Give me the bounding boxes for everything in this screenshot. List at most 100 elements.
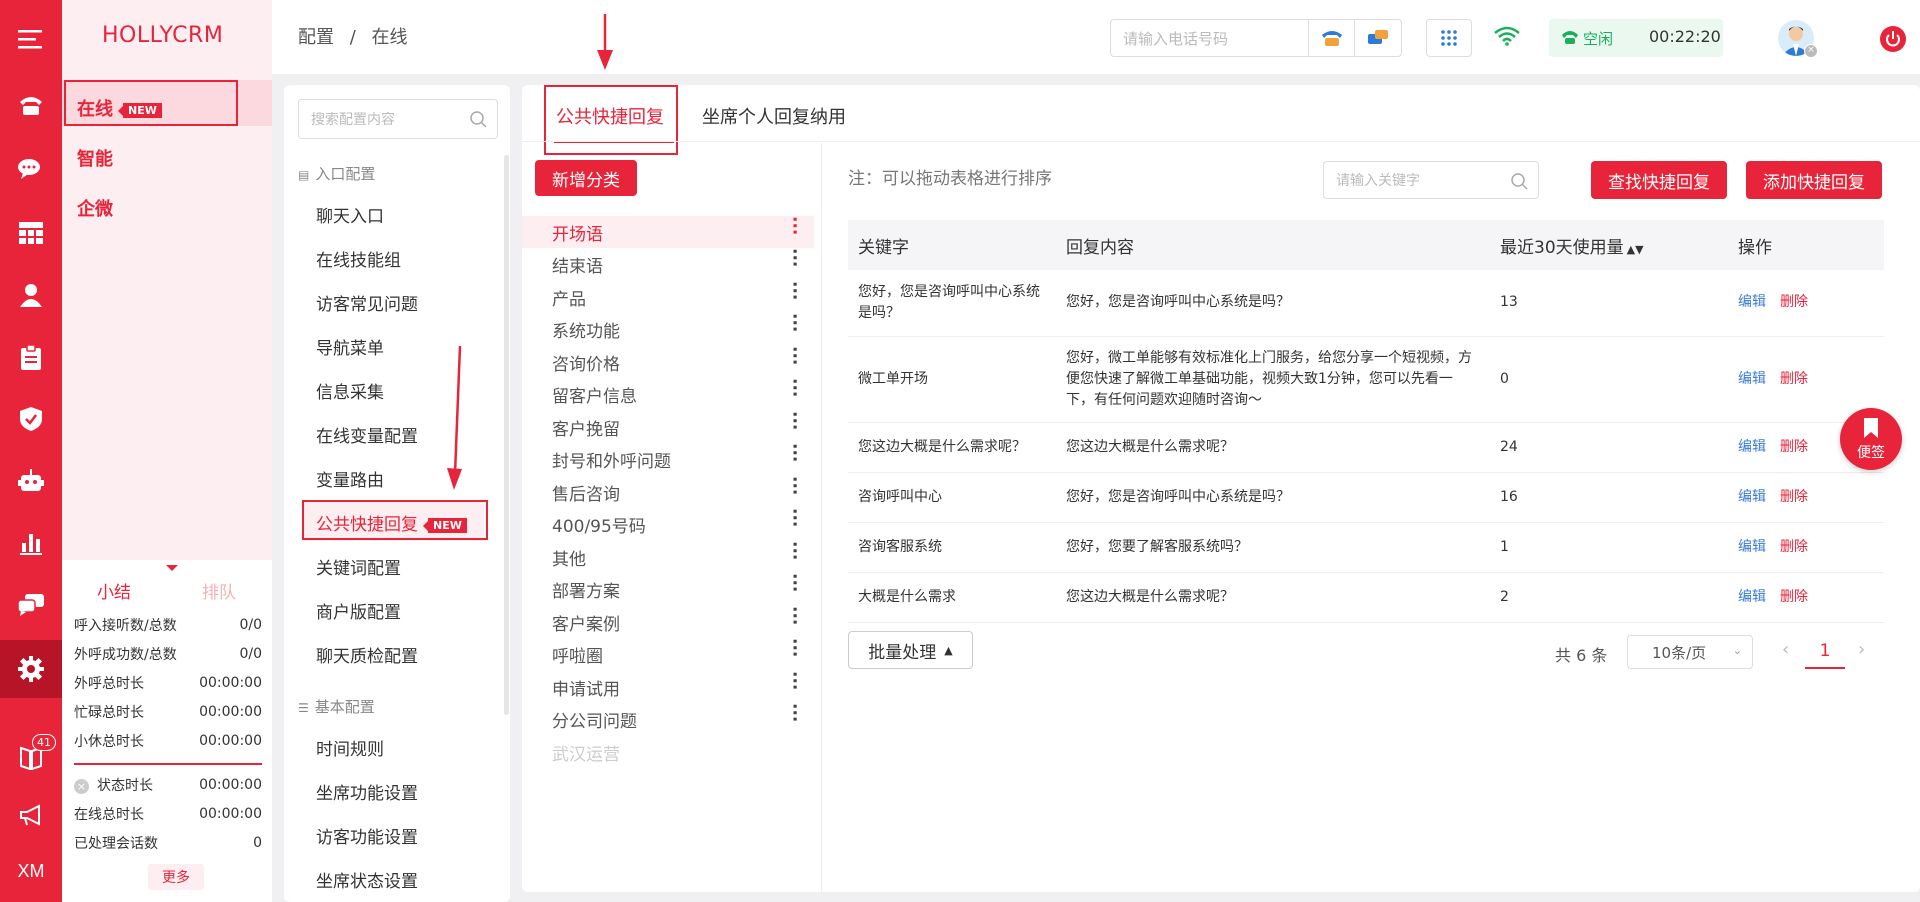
prev-page-icon[interactable]: ‹ [1782, 639, 1789, 660]
power-icon[interactable] [1880, 26, 1906, 52]
dial-phone-icon[interactable] [1309, 20, 1356, 56]
edit-link[interactable]: 编辑 [1738, 539, 1766, 555]
add-reply-button[interactable]: 添加快捷回复 [1746, 161, 1882, 199]
more-vertical-icon[interactable]: ··· [784, 313, 804, 332]
category-item[interactable]: 咨询价格 ··· [552, 346, 822, 378]
breadcrumb-root[interactable]: 配置 [298, 27, 334, 48]
find-reply-button[interactable]: 查找快捷回复 [1591, 161, 1727, 199]
category-item[interactable]: 武汉运营 [552, 736, 822, 768]
more-button[interactable]: 更多 [148, 864, 204, 890]
more-vertical-icon[interactable]: ··· [784, 671, 804, 690]
more-vertical-icon[interactable]: ··· [784, 606, 804, 625]
config-item[interactable]: 信息采集 [316, 378, 384, 403]
page-number[interactable]: 1 [1805, 641, 1845, 669]
menu-icon[interactable] [0, 10, 62, 68]
table-row[interactable]: 咨询客服系统 您好，您要了解客服系统吗？ 1 编辑 删除 [848, 522, 1884, 573]
category-item[interactable]: 400/95号码 ··· [552, 508, 822, 540]
delete-link[interactable]: 删除 [1780, 539, 1808, 555]
gear-icon[interactable] [0, 640, 62, 698]
next-page-icon[interactable]: › [1858, 639, 1865, 660]
delete-link[interactable]: 删除 [1780, 371, 1808, 387]
category-item[interactable]: 结束语 ··· [552, 248, 822, 280]
more-vertical-icon[interactable]: ··· [784, 281, 804, 300]
category-item[interactable]: 其他 ··· [552, 541, 822, 573]
category-item[interactable]: 客户案例 ··· [552, 606, 822, 638]
megaphone-icon[interactable] [0, 786, 62, 844]
config-item[interactable]: 关键词配置 [316, 554, 401, 579]
table-row[interactable]: 大概是什么需求 您这边大概是什么需求呢？ 2 编辑 删除 [848, 572, 1884, 623]
config-search-input[interactable]: 搜索配置内容 [298, 99, 498, 139]
agent-status[interactable]: 空闲 00:22:20 [1549, 19, 1723, 57]
category-item[interactable]: 封号和外呼问题 ··· [552, 443, 822, 475]
edit-link[interactable]: 编辑 [1738, 371, 1766, 387]
dialpad-icon[interactable] [1426, 19, 1472, 57]
more-vertical-icon[interactable]: ··· [784, 508, 804, 527]
config-item[interactable]: 在线变量配置 [316, 422, 418, 447]
robot-icon[interactable] [0, 452, 62, 510]
table-row[interactable]: 您这边大概是什么需求呢？ 您这边大概是什么需求呢？ 24 编辑 删除 [848, 422, 1884, 473]
config-item[interactable]: 在线技能组 [316, 246, 401, 271]
float-note-button[interactable]: 便签 [1840, 408, 1902, 470]
delete-link[interactable]: 删除 [1780, 589, 1808, 605]
col-usage[interactable]: 最近30天使用量 ▲▼ [1490, 220, 1728, 270]
delete-link[interactable]: 删除 [1780, 294, 1808, 310]
chat-icon[interactable] [0, 140, 62, 198]
more-vertical-icon[interactable]: ··· [784, 703, 804, 722]
table-row[interactable]: 咨询呼叫中心 您好，您是咨询呼叫中心系统是吗？ 16 编辑 删除 [848, 472, 1884, 523]
tab-summary[interactable]: 小结 [97, 578, 131, 603]
tab-queue[interactable]: 排队 [202, 578, 236, 603]
user-icon[interactable] [0, 266, 62, 324]
nav-item-smart[interactable]: 智能 [77, 145, 113, 171]
config-item[interactable]: 时间规则 [316, 735, 384, 760]
config-item[interactable]: 变量路由 [316, 466, 384, 491]
category-item[interactable]: 呼啦圈 ··· [552, 638, 822, 670]
edit-link[interactable]: 编辑 [1738, 589, 1766, 605]
more-vertical-icon[interactable]: ··· [784, 573, 804, 592]
scrollbar[interactable] [504, 155, 509, 715]
message-icon[interactable] [0, 576, 62, 634]
edit-link[interactable]: 编辑 [1738, 439, 1766, 455]
nav-item-wecom[interactable]: 企微 [77, 195, 113, 221]
keyword-search-input[interactable]: 请输入关键字 [1323, 161, 1539, 199]
table-row[interactable]: 微工单开场 您好，微工单能够有效标准化上门服务，给您分享一个短视频，方便您快速了… [848, 336, 1884, 423]
more-vertical-icon[interactable]: ··· [784, 443, 804, 462]
config-item[interactable]: 聊天质检配置 [316, 642, 418, 667]
more-vertical-icon[interactable]: ··· [784, 476, 804, 495]
search-icon[interactable] [469, 110, 487, 132]
category-item[interactable]: 产品 ··· [552, 281, 822, 313]
close-circle-icon[interactable]: × [74, 778, 89, 794]
config-item[interactable]: 导航菜单 [316, 334, 384, 359]
category-item[interactable]: 系统功能 ··· [552, 313, 822, 345]
clipboard-icon[interactable] [0, 328, 62, 386]
config-item[interactable]: 商户版配置 [316, 598, 401, 623]
bar-chart-icon[interactable] [0, 514, 62, 572]
message-bubble-icon[interactable] [1355, 20, 1401, 56]
more-vertical-icon[interactable]: ··· [784, 541, 804, 560]
shield-icon[interactable] [0, 390, 62, 448]
search-icon[interactable] [1510, 172, 1528, 194]
category-item[interactable]: 部署方案 ··· [552, 573, 822, 605]
batch-button[interactable]: 批量处理 ▲ [848, 631, 973, 669]
category-item[interactable]: 申请试用 ··· [552, 671, 822, 703]
delete-link[interactable]: 删除 [1780, 489, 1808, 505]
category-item[interactable]: 开场语 ··· [552, 216, 822, 248]
tab-personal-reply[interactable]: 坐席个人回复纳用 [702, 103, 846, 129]
category-item[interactable]: 分公司问题 ··· [552, 703, 822, 735]
more-vertical-icon[interactable]: ··· [784, 638, 804, 657]
category-item[interactable]: 客户挽留 ··· [552, 411, 822, 443]
page-size-select[interactable]: 10条/页 ⌄ [1627, 635, 1753, 669]
more-vertical-icon[interactable]: ··· [784, 216, 804, 235]
config-item[interactable]: 坐席功能设置 [316, 779, 418, 804]
edit-link[interactable]: 编辑 [1738, 294, 1766, 310]
grid-icon[interactable] [0, 204, 62, 262]
more-vertical-icon[interactable]: ··· [784, 346, 804, 365]
config-item[interactable]: 坐席状态设置 [316, 867, 418, 892]
book-icon[interactable]: 41 [0, 728, 62, 786]
more-vertical-icon[interactable]: ··· [784, 411, 804, 430]
category-item[interactable]: 售后咨询 ··· [552, 476, 822, 508]
config-item[interactable]: 聊天入口 [316, 202, 384, 227]
phone-input[interactable]: 请输入电话号码 [1110, 19, 1308, 57]
add-category-button[interactable]: 新增分类 [535, 160, 637, 196]
config-item[interactable]: 访客常见问题 [316, 290, 418, 315]
sort-icon[interactable]: ▲▼ [1627, 243, 1644, 256]
